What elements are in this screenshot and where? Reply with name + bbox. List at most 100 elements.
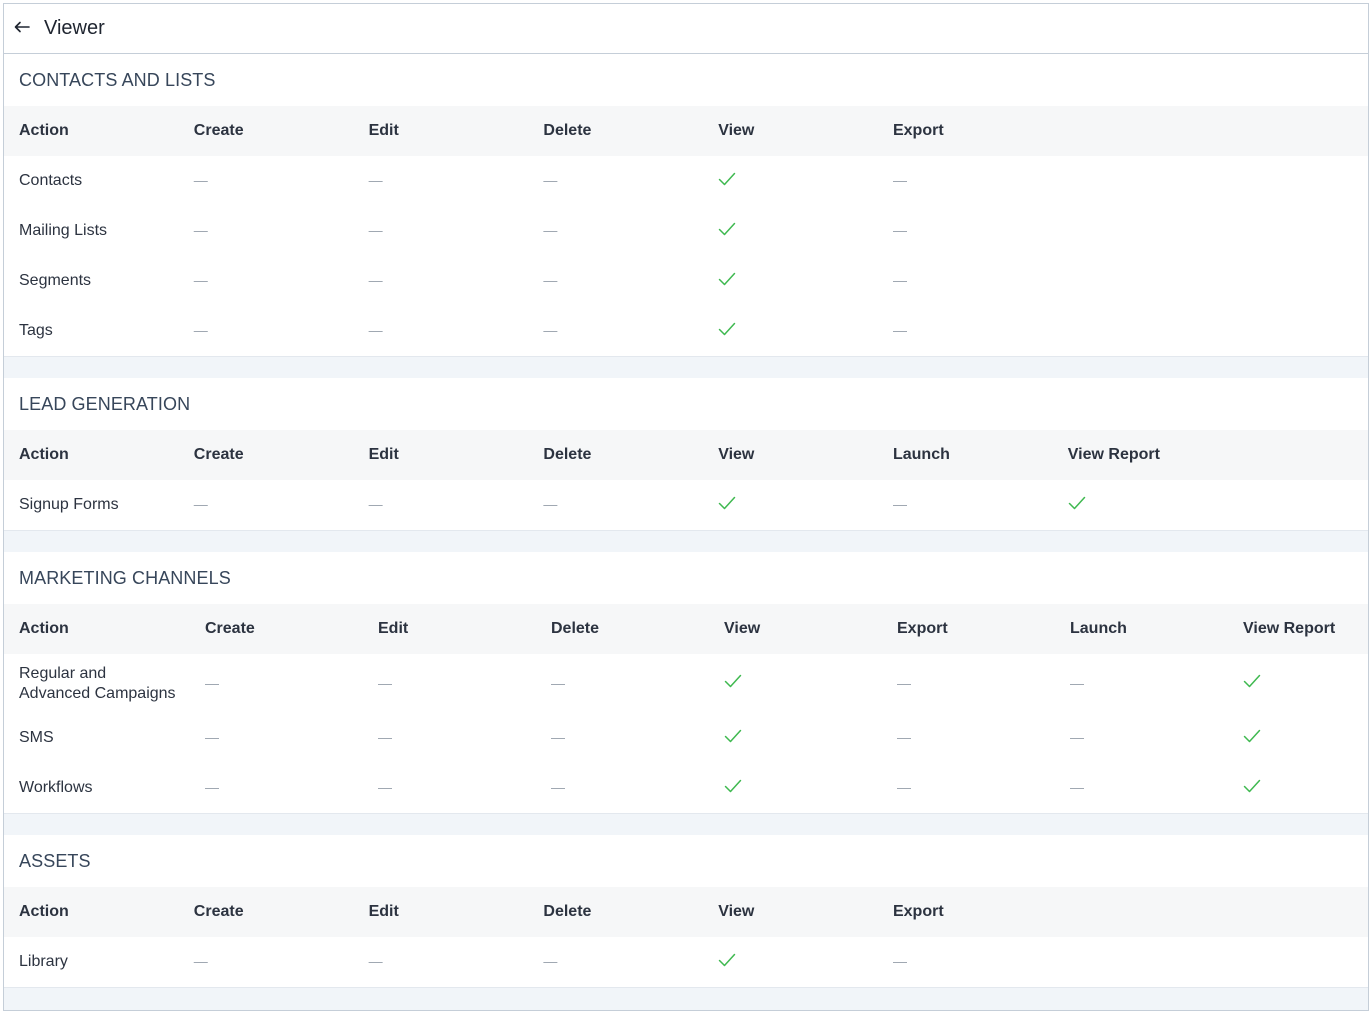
- dash-icon: —: [543, 322, 558, 338]
- cell-create: —: [179, 172, 354, 190]
- cell-view: [703, 172, 878, 191]
- cell-view-report: [1228, 729, 1368, 748]
- dash-icon: —: [205, 674, 219, 691]
- column-header-edit: Edit: [368, 903, 399, 920]
- cell-launch: —: [1055, 675, 1228, 693]
- column-header-view-report: View Report: [1067, 446, 1160, 463]
- dash-icon: —: [897, 779, 911, 795]
- dash-icon: —: [378, 729, 392, 745]
- section-title: ASSETS: [19, 850, 91, 871]
- cell-delete: —: [528, 222, 703, 240]
- cell-export: —: [882, 729, 1055, 747]
- cell-edit: —: [354, 222, 529, 240]
- section-title: LEAD GENERATION: [19, 393, 191, 414]
- cell-launch: —: [878, 496, 1053, 514]
- cell-export: —: [882, 779, 1055, 797]
- cell-export: —: [878, 172, 1053, 190]
- table-row: Workflows — — — — —: [4, 763, 1368, 813]
- dash-icon: —: [368, 272, 383, 288]
- cell-create: —: [179, 496, 354, 514]
- dash-icon: —: [1070, 674, 1084, 691]
- page-title: Viewer: [44, 17, 105, 39]
- dash-icon: —: [193, 322, 208, 338]
- checkmark-icon: [1243, 779, 1261, 798]
- dash-icon: —: [543, 953, 558, 969]
- dash-icon: —: [378, 674, 392, 691]
- checkmark-icon: [718, 172, 736, 191]
- cell-view: [703, 953, 878, 972]
- column-header-create: Create: [193, 903, 244, 920]
- cell-create: —: [190, 729, 363, 747]
- checkmark-icon: [718, 322, 736, 341]
- table-header-row: Action Create Edit Delete View Launch View Rep…: [4, 430, 1368, 480]
- cell-view: [703, 222, 878, 241]
- dash-icon: —: [892, 953, 907, 969]
- cell-view-report: [1053, 496, 1228, 515]
- row-label: Tags: [19, 322, 53, 339]
- table-row: Signup Forms — — — —: [4, 480, 1368, 530]
- column-header-view: View: [718, 903, 755, 920]
- column-header-delete: Delete: [543, 122, 592, 139]
- dash-icon: —: [193, 496, 208, 512]
- cell-view: [709, 674, 882, 693]
- cell-edit: —: [363, 779, 536, 797]
- cell-view-report: [1228, 779, 1368, 798]
- column-header-create: Create: [193, 446, 244, 463]
- table-row: SMS — — — — —: [4, 713, 1368, 763]
- dash-icon: —: [368, 322, 383, 338]
- section-gap: [4, 814, 1368, 835]
- cell-export: —: [878, 272, 1053, 290]
- column-header-export: Export: [892, 122, 944, 139]
- dash-icon: —: [193, 953, 208, 969]
- cell-edit: —: [354, 322, 529, 340]
- section-gap: [4, 531, 1368, 552]
- dash-icon: —: [892, 272, 907, 288]
- table-row: Tags — — — —: [4, 306, 1368, 356]
- dash-icon: —: [543, 172, 558, 188]
- column-header-launch: Launch: [1070, 620, 1127, 637]
- table-header-row: Action Create Edit Delete View Export Launch Vi…: [4, 604, 1368, 654]
- table-row: Regular and Advanced Campaigns — — — — —: [4, 654, 1368, 713]
- cell-view: [709, 729, 882, 748]
- section-lead-generation: LEAD GENERATION Action Create Edit Delete Vie…: [4, 378, 1368, 531]
- column-header-edit: Edit: [368, 122, 399, 139]
- checkmark-icon: [724, 674, 742, 693]
- row-label: Mailing Lists: [19, 222, 108, 239]
- column-header-action: Action: [19, 620, 69, 637]
- section-title: MARKETING CHANNELS: [19, 567, 231, 588]
- dash-icon: —: [551, 779, 565, 795]
- cell-view: [709, 779, 882, 798]
- column-header-delete: Delete: [551, 620, 600, 637]
- dash-icon: —: [892, 172, 907, 188]
- cell-edit: —: [354, 496, 529, 514]
- cell-create: —: [190, 779, 363, 797]
- dash-icon: —: [543, 272, 558, 288]
- cell-view: [703, 272, 878, 291]
- column-header-action: Action: [19, 122, 69, 139]
- column-header-action: Action: [19, 903, 69, 920]
- back-button[interactable]: [4, 5, 40, 53]
- dash-icon: —: [892, 322, 907, 338]
- panel-header: Viewer: [4, 4, 1368, 54]
- column-header-delete: Delete: [543, 903, 592, 920]
- column-header-create: Create: [205, 620, 255, 637]
- cell-create: —: [179, 953, 354, 971]
- dash-icon: —: [551, 674, 565, 691]
- row-label: Regular and Advanced Campaigns: [19, 664, 176, 702]
- row-label: Signup Forms: [19, 496, 119, 513]
- cell-launch: —: [1055, 779, 1228, 797]
- dash-icon: —: [205, 779, 219, 795]
- section-contacts-and-lists: CONTACTS AND LISTS Action Create Edit Delete…: [4, 54, 1368, 357]
- dash-icon: —: [205, 729, 219, 745]
- row-label: Workflows: [19, 779, 93, 796]
- checkmark-icon: [718, 272, 736, 291]
- row-label: Contacts: [19, 172, 83, 189]
- permissions-panel: Viewer CONTACTS AND LISTS Action Create Edi…: [3, 3, 1369, 1011]
- checkmark-icon: [724, 729, 742, 748]
- cell-export: —: [882, 675, 1055, 693]
- column-header-action: Action: [19, 446, 69, 463]
- cell-create: —: [190, 675, 363, 693]
- cell-delete: —: [528, 322, 703, 340]
- cell-delete: —: [528, 953, 703, 971]
- cell-view: [703, 322, 878, 341]
